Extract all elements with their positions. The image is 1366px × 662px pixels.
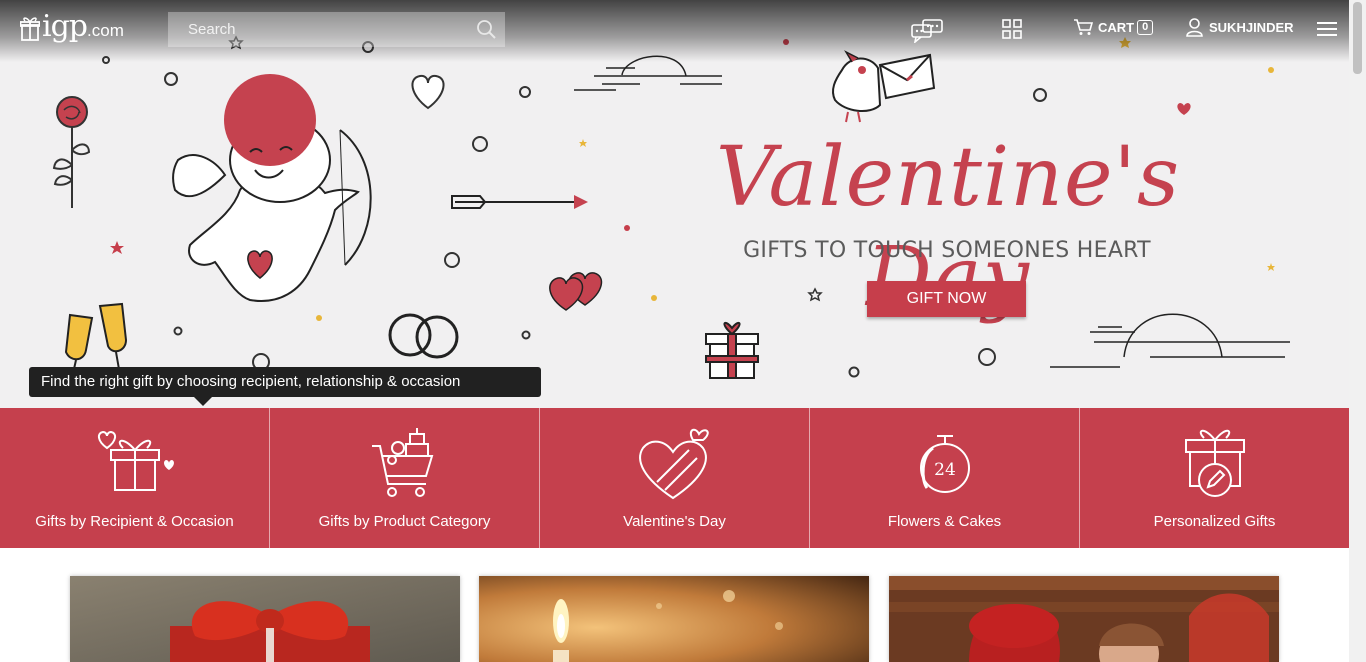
card-image-ribbon-gift [70, 576, 460, 662]
user-icon [1186, 18, 1203, 37]
gift-pen-icon [1184, 429, 1245, 497]
stopwatch-24-text: 24 [934, 460, 956, 480]
category-label: Flowers & Cakes [887, 513, 1002, 530]
category-personalized-gifts[interactable]: Personalized Gifts [1080, 408, 1349, 548]
cart-link[interactable]: CART 0 [1073, 18, 1154, 36]
site-header: igp .com CART 0 [0, 0, 1349, 62]
cart-label: CART [1098, 19, 1135, 35]
scrollbar-thumb[interactable] [1353, 2, 1362, 74]
category-label: Gifts by Product Category [318, 513, 491, 530]
page: Valentine's Day GIFTS TO TOUCH SOMEONES … [0, 0, 1366, 662]
category-product-category[interactable]: Gifts by Product Category [270, 408, 540, 548]
grid-icon[interactable] [1002, 19, 1022, 39]
gift-logo-icon [20, 17, 40, 41]
menu-icon[interactable] [1317, 21, 1337, 37]
stopwatch-24-icon: 24 [919, 435, 970, 493]
heart-box-icon [638, 428, 709, 500]
category-tooltip: Find the right gift by choosing recipien… [29, 367, 541, 397]
category-label: Gifts by Recipient & Occasion [35, 513, 234, 530]
category-label: Valentine's Day [623, 513, 726, 530]
product-card[interactable] [479, 576, 869, 662]
vertical-scrollbar[interactable] [1349, 0, 1366, 662]
tooltip-arrow [194, 397, 212, 406]
cart-icon [1074, 19, 1093, 35]
product-card[interactable] [70, 576, 460, 662]
search-icon[interactable] [476, 19, 497, 40]
user-name: SUKHJINDER [1209, 20, 1294, 35]
logo-text: igp [42, 9, 88, 44]
product-card[interactable] [889, 576, 1279, 662]
chat-icon[interactable] [911, 19, 943, 43]
category-strip: Gifts by Recipient & Occasion Gifts by P… [0, 408, 1349, 548]
gift-hearts-icon [97, 430, 174, 491]
category-flowers-cakes[interactable]: 24 Flowers & Cakes [810, 408, 1080, 548]
category-label: Personalized Gifts [1153, 513, 1276, 530]
shopping-cart-icon [371, 428, 433, 497]
hero-subtitle: GIFTS TO TOUCH SOMEONES HEART [743, 238, 1151, 263]
cart-count-badge: 0 [1137, 19, 1154, 35]
category-recipient-occasion[interactable]: Gifts by Recipient & Occasion [0, 408, 270, 548]
card-image-couple [889, 576, 1279, 662]
card-image-candle [479, 576, 869, 662]
user-account-link[interactable]: SUKHJINDER [1186, 18, 1294, 37]
logo-suffix: .com [87, 21, 124, 40]
category-valentines-day[interactable]: Valentine's Day [540, 408, 810, 548]
search-input[interactable] [168, 12, 505, 47]
igp-logo[interactable]: igp .com [20, 12, 124, 42]
gift-now-button[interactable]: GIFT NOW [867, 281, 1026, 317]
